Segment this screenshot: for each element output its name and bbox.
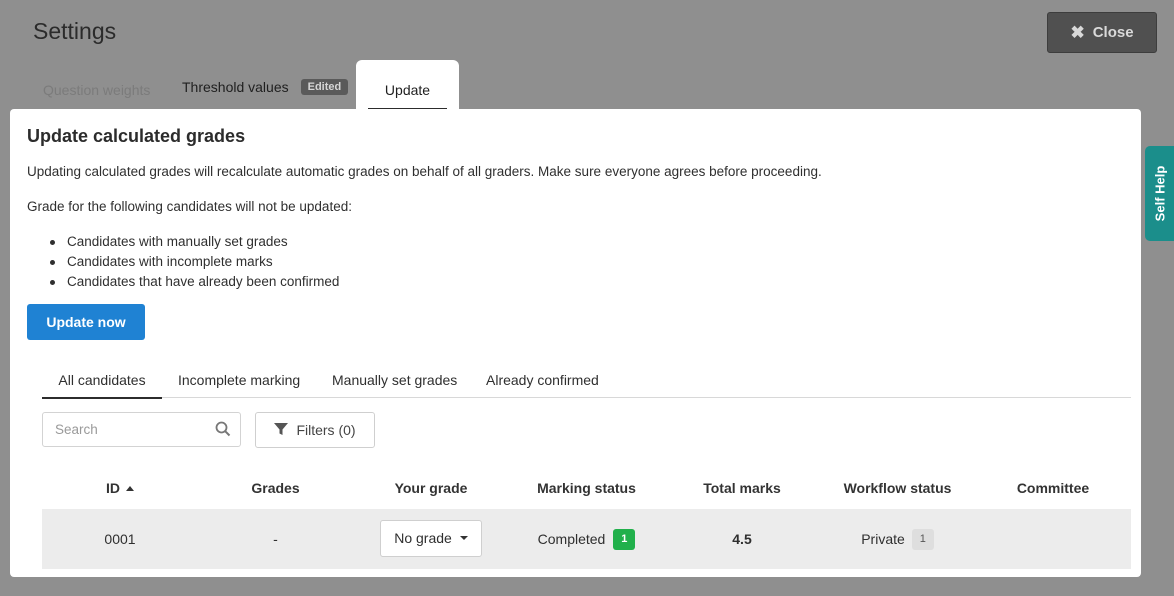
table-header: ID Grades Your grade Marking status Tota…: [42, 469, 1131, 507]
column-header-marking-status: Marking status: [537, 480, 636, 496]
grade-dropdown-value: No grade: [394, 530, 452, 546]
column-label: ID: [106, 480, 120, 496]
close-button[interactable]: ✖ Close: [1047, 12, 1157, 53]
column-header-id[interactable]: ID: [42, 469, 198, 507]
column-header-grades: Grades: [251, 480, 300, 496]
table-row[interactable]: 0001 - No grade Completed 1 4.5 Private …: [42, 509, 1131, 569]
tab-manually-set-grades[interactable]: Manually set grades: [332, 361, 457, 398]
list-item: Candidates with manually set grades: [50, 232, 339, 252]
list-item: Candidates that have already been confir…: [50, 272, 339, 292]
cell-marking-status: Completed 1: [509, 509, 664, 569]
tab-label: Question weights: [43, 82, 151, 98]
column-header-committee: Committee: [1016, 480, 1090, 496]
candidate-tabs: All candidates Incomplete marking Manual…: [42, 361, 1131, 399]
update-now-button[interactable]: Update now: [27, 304, 145, 340]
panel-description: Updating calculated grades will recalcul…: [27, 164, 822, 179]
cell-id: 0001: [104, 531, 136, 547]
chevron-down-icon: [459, 536, 468, 540]
filter-icon: [274, 422, 289, 439]
panel-title: Update calculated grades: [27, 126, 246, 146]
exclusion-list: Candidates with manually set grades Cand…: [50, 232, 339, 292]
close-icon: ✖: [1070, 23, 1085, 42]
tab-question-weights[interactable]: Question weights: [43, 65, 150, 115]
filters-label: Filters (0): [296, 422, 356, 438]
cell-workflow-status: Private 1: [820, 509, 975, 569]
tab-threshold-values[interactable]: Threshold values Edited: [182, 62, 349, 112]
update-panel: Update calculated grades Updating calcul…: [10, 109, 1141, 577]
cell-grades: -: [273, 531, 278, 547]
tab-incomplete-marking[interactable]: Incomplete marking: [178, 361, 300, 398]
tab-already-confirmed[interactable]: Already confirmed: [486, 361, 599, 398]
sort-ascending-icon: [126, 485, 134, 491]
edited-badge: Edited: [300, 79, 349, 95]
tab-label: Update: [384, 82, 431, 98]
workflow-count-badge: 1: [911, 528, 934, 550]
cell-committee: [975, 509, 1131, 569]
column-header-workflow-status: Workflow status: [843, 480, 952, 496]
cell-total-marks: 4.5: [732, 531, 752, 547]
search-box: [42, 412, 241, 447]
exclusion-intro: Grade for the following candidates will …: [27, 199, 352, 214]
tab-label: Threshold values: [182, 79, 289, 95]
filters-button[interactable]: Filters (0): [255, 412, 375, 448]
page-title: Settings: [33, 18, 117, 44]
cell-your-grade: No grade: [353, 509, 509, 569]
marking-status-text: Completed: [537, 531, 606, 547]
marking-count-badge: 1: [613, 528, 636, 550]
self-help-label: Self Help: [1152, 165, 1167, 222]
search-icon[interactable]: [215, 421, 231, 442]
search-input[interactable]: [55, 422, 215, 437]
list-item: Candidates with incomplete marks: [50, 252, 339, 272]
close-button-label: Close: [1092, 24, 1134, 41]
workflow-status-text: Private: [861, 531, 905, 547]
tab-all-candidates[interactable]: All candidates: [42, 361, 162, 399]
column-header-total-marks: Total marks: [703, 480, 781, 496]
column-header-your-grade: Your grade: [394, 480, 468, 496]
grade-dropdown[interactable]: No grade: [380, 519, 482, 557]
tab-update[interactable]: Update: [356, 60, 459, 110]
self-help-button[interactable]: Self Help: [1145, 146, 1174, 241]
